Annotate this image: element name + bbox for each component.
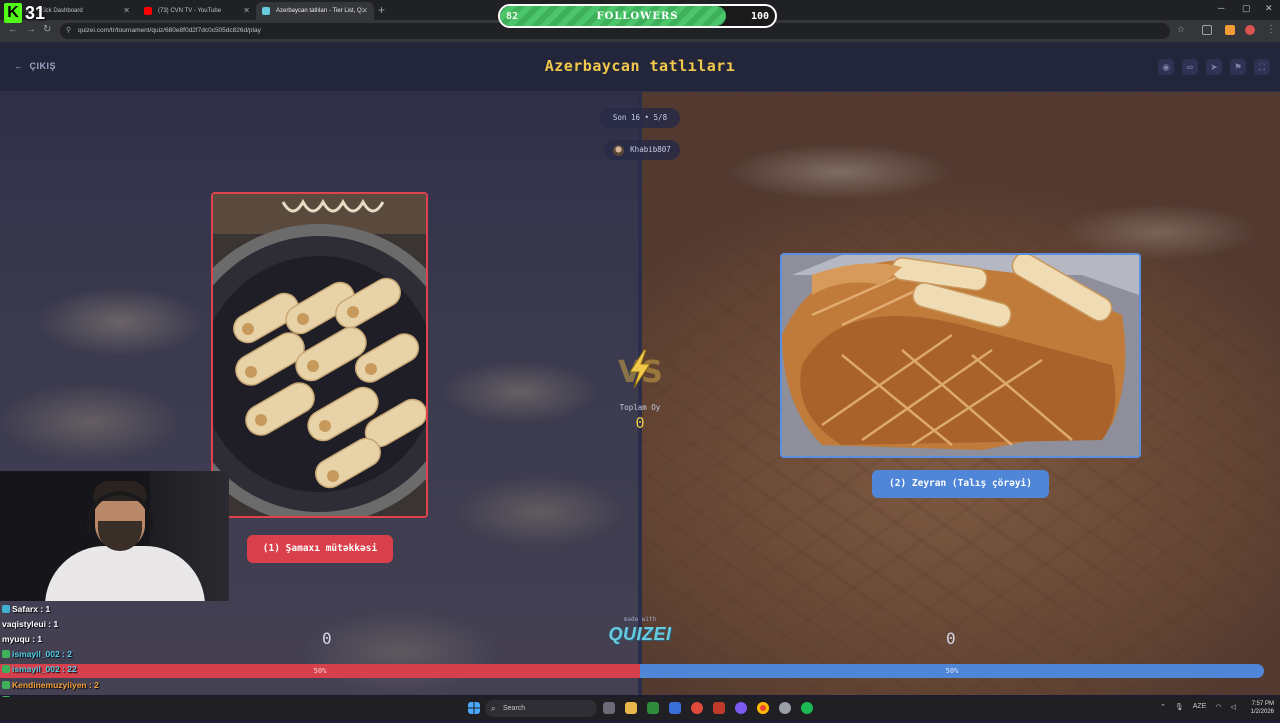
flag-icon[interactable]: ⚑ bbox=[1230, 59, 1246, 75]
right-vote-count: 0 bbox=[946, 629, 956, 648]
calculator-app-icon[interactable] bbox=[713, 702, 725, 714]
zeyran-talis-coreyi-photo bbox=[782, 255, 1139, 456]
profile-avatar-icon[interactable] bbox=[1245, 25, 1255, 35]
chat-badge-icon bbox=[2, 665, 10, 674]
browser-menu-icon[interactable]: ⋮ bbox=[1266, 24, 1276, 35]
excel-app-icon[interactable] bbox=[647, 702, 659, 714]
center-divider bbox=[638, 92, 642, 695]
share-icon[interactable]: ➤ bbox=[1206, 59, 1222, 75]
left-choice-image[interactable] bbox=[211, 192, 428, 518]
chat-message: ismayil_002 : 22 bbox=[2, 662, 142, 677]
page-header: ← ÇIKIŞ Azerbaycan tatlıları ◉ ∞ ➤ ⚑ ⛶ bbox=[0, 42, 1280, 92]
kick-viewer-badge: K 31 bbox=[4, 2, 45, 24]
right-percent-bar: 50% bbox=[640, 664, 1264, 678]
minimize-icon[interactable]: ─ bbox=[1218, 3, 1224, 13]
chat-message-text: Safarx : 1 bbox=[12, 603, 51, 614]
tab-label: (73) CVN TV - YouTube bbox=[158, 8, 222, 14]
show-hidden-icons-icon[interactable]: ⌃ bbox=[1160, 703, 1166, 711]
windows-taskbar: ⌕ Search ⌃ 🎙︎ AZE ◠ ◁ 7:57 PM 1/2/2026 bbox=[0, 697, 1280, 720]
samaxi-mutekkesi-photo bbox=[213, 194, 426, 516]
file-explorer-icon[interactable] bbox=[625, 702, 637, 714]
chat-message-text: ismayil_002 : 22 bbox=[12, 664, 77, 675]
versus-bolt-icon: VS bbox=[618, 349, 663, 390]
chat-message-text: ismayil_002 : 2 bbox=[12, 649, 73, 660]
app-icon[interactable] bbox=[691, 702, 703, 714]
extensions-icon[interactable] bbox=[1202, 25, 1212, 35]
back-icon[interactable]: ← bbox=[8, 24, 18, 35]
site-info-icon[interactable]: ⚲ bbox=[66, 23, 71, 39]
quizei-logo[interactable]: QUIZEI bbox=[598, 624, 682, 645]
tab-quizei[interactable]: Azerbaycan tatlıları - Tier List, Q... ✕ bbox=[256, 2, 374, 20]
followers-goal: 100 bbox=[750, 11, 769, 22]
left-choice-button[interactable]: (1) Şamaxı mütəkkəsi bbox=[247, 535, 393, 563]
link-icon[interactable]: ∞ bbox=[1182, 59, 1198, 75]
chat-badge-icon bbox=[2, 650, 10, 659]
quizei-favicon-icon bbox=[262, 7, 270, 15]
streamer-webcam bbox=[0, 471, 229, 601]
eye-icon[interactable]: ◉ bbox=[1158, 59, 1174, 75]
chat-message-text: Kendinemuzyiiyen : 2 bbox=[12, 679, 99, 690]
taskbar-search[interactable]: ⌕ Search bbox=[485, 700, 597, 717]
forward-icon[interactable]: → bbox=[26, 24, 36, 35]
chrome-icon[interactable] bbox=[757, 702, 769, 714]
settings-app-icon[interactable] bbox=[779, 702, 791, 714]
creator-avatar bbox=[613, 144, 625, 156]
page-title: Azerbaycan tatlıları bbox=[544, 57, 736, 75]
right-choice-button[interactable]: (2) Zeyran (Talış çörəyi) bbox=[872, 470, 1049, 498]
creator-badge[interactable]: Khabib807 bbox=[604, 140, 680, 160]
chat-message-text: vaqistyleui : 1 bbox=[2, 618, 59, 629]
reload-icon[interactable]: ↻ bbox=[43, 24, 51, 35]
chat-message: ismayil_002 : 2 bbox=[2, 647, 142, 662]
microphone-icon[interactable]: 🎙︎ bbox=[1175, 703, 1184, 711]
spotify-icon[interactable] bbox=[801, 702, 813, 714]
search-icon: ⌕ bbox=[491, 704, 496, 713]
discord-icon[interactable] bbox=[735, 702, 747, 714]
url-text: quizei.com/tr/tournament/quiz/680e8f0d2f… bbox=[78, 27, 261, 34]
windows-start-icon[interactable] bbox=[468, 702, 480, 714]
tournament-arena: Son 16 • 5/8 Khabib807 (1) Şamaxı mütəkk… bbox=[0, 92, 1280, 695]
bookmark-star-icon[interactable]: ☆ bbox=[1177, 24, 1185, 35]
close-tab-icon[interactable]: ✕ bbox=[123, 6, 130, 15]
wifi-icon[interactable]: ◠ bbox=[1215, 703, 1221, 711]
chat-message: Safarx : 1 bbox=[2, 601, 142, 616]
clock-date: 1/2/2026 bbox=[1250, 709, 1274, 715]
fullscreen-icon[interactable]: ⛶ bbox=[1254, 59, 1270, 75]
tab-label: Azerbaycan tatlıları - Tier List, Q... bbox=[276, 8, 367, 14]
chat-message-text: myuqu : 1 bbox=[2, 633, 43, 644]
extension-app-icon[interactable] bbox=[1225, 25, 1235, 35]
new-tab-button[interactable]: + bbox=[378, 3, 385, 17]
close-tab-icon[interactable]: ✕ bbox=[361, 6, 368, 15]
language-indicator[interactable]: AZE bbox=[1193, 703, 1207, 711]
close-window-icon[interactable]: ✕ bbox=[1265, 3, 1273, 14]
round-indicator: Son 16 • 5/8 bbox=[600, 108, 680, 128]
left-vote-count: 0 bbox=[322, 629, 332, 648]
followers-goal-bar: 82 FOLLOWERS 100 bbox=[498, 4, 777, 28]
creator-name: Khabib807 bbox=[630, 145, 671, 154]
maximize-icon[interactable]: ▢ bbox=[1242, 3, 1251, 14]
right-percent-label: 50% bbox=[945, 667, 959, 675]
tab-youtube[interactable]: (73) CVN TV - YouTube ✕ bbox=[138, 2, 256, 20]
made-with-label: made with bbox=[623, 616, 657, 623]
system-tray: ⌃ 🎙︎ AZE ◠ ◁ bbox=[1160, 703, 1236, 711]
youtube-favicon-icon bbox=[144, 7, 152, 15]
search-placeholder: Search bbox=[503, 705, 526, 712]
total-votes-value: 0 bbox=[635, 414, 645, 432]
close-tab-icon[interactable]: ✕ bbox=[243, 6, 250, 15]
chat-badge-icon bbox=[2, 604, 10, 613]
task-view-icon[interactable] bbox=[603, 702, 615, 714]
chat-message: Kendinemuzyiiyen : 2 bbox=[2, 677, 142, 692]
store-app-icon[interactable] bbox=[669, 702, 681, 714]
chat-message: myuqu : 1 bbox=[2, 631, 142, 646]
chat-message: vaqistyleui : 1 bbox=[2, 616, 142, 631]
taskbar-clock[interactable]: 7:57 PM 1/2/2026 bbox=[1240, 700, 1274, 716]
kick-viewer-count: 31 bbox=[25, 2, 46, 23]
followers-label: FOLLOWERS bbox=[596, 11, 679, 22]
left-percent-label: 50% bbox=[313, 667, 327, 675]
chat-badge-icon bbox=[2, 680, 10, 689]
total-votes-label: Toplam Oy bbox=[619, 403, 661, 412]
kick-logo-icon: K bbox=[4, 3, 22, 23]
clock-time: 7:57 PM bbox=[1251, 701, 1274, 707]
right-choice-image[interactable] bbox=[780, 253, 1141, 458]
volume-icon[interactable]: ◁ bbox=[1231, 703, 1236, 711]
